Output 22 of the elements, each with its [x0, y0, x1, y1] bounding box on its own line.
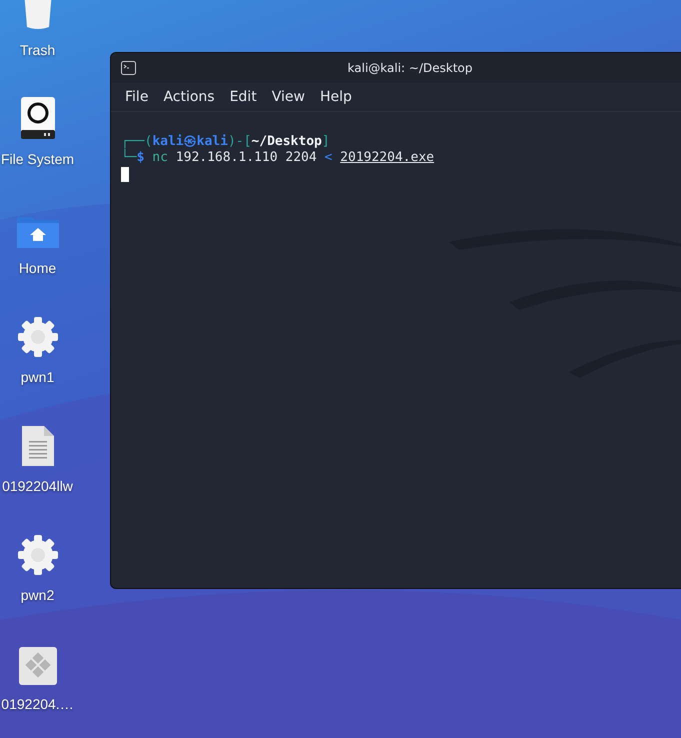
- terminal-icon: [121, 61, 136, 75]
- terminal-line: └─$ nc 192.168.1.110 2204 < 20192204.exe: [121, 150, 434, 166]
- icon-label[interactable]: pwn1: [20, 368, 54, 386]
- icon-label[interactable]: File System: [0, 150, 74, 168]
- menu-item[interactable]: Actions: [163, 86, 215, 108]
- gear-icon: [16, 316, 58, 358]
- menu-item[interactable]: View: [272, 86, 305, 108]
- icon-label[interactable]: Trash: [20, 41, 56, 59]
- icon-label[interactable]: pwn2: [20, 586, 54, 604]
- application-icon: [18, 647, 56, 685]
- window-title: kali@kali: ~/Desktop: [348, 60, 472, 77]
- icon-label[interactable]: Home: [18, 259, 56, 277]
- menu-item[interactable]: Edit: [230, 86, 257, 108]
- document-icon: [20, 425, 54, 467]
- icon-label[interactable]: 0192204llw: [2, 477, 73, 495]
- menu-item[interactable]: Help: [320, 86, 352, 108]
- gear-icon: [16, 534, 58, 576]
- icon-label[interactable]: 0192204.…: [1, 695, 74, 713]
- hard-drive-icon: [20, 96, 56, 140]
- terminal-line: ┌──(kali㉿kali)-[~/Desktop]: [121, 134, 330, 149]
- home-folder-icon: [16, 215, 60, 249]
- menu-item[interactable]: File: [125, 86, 148, 108]
